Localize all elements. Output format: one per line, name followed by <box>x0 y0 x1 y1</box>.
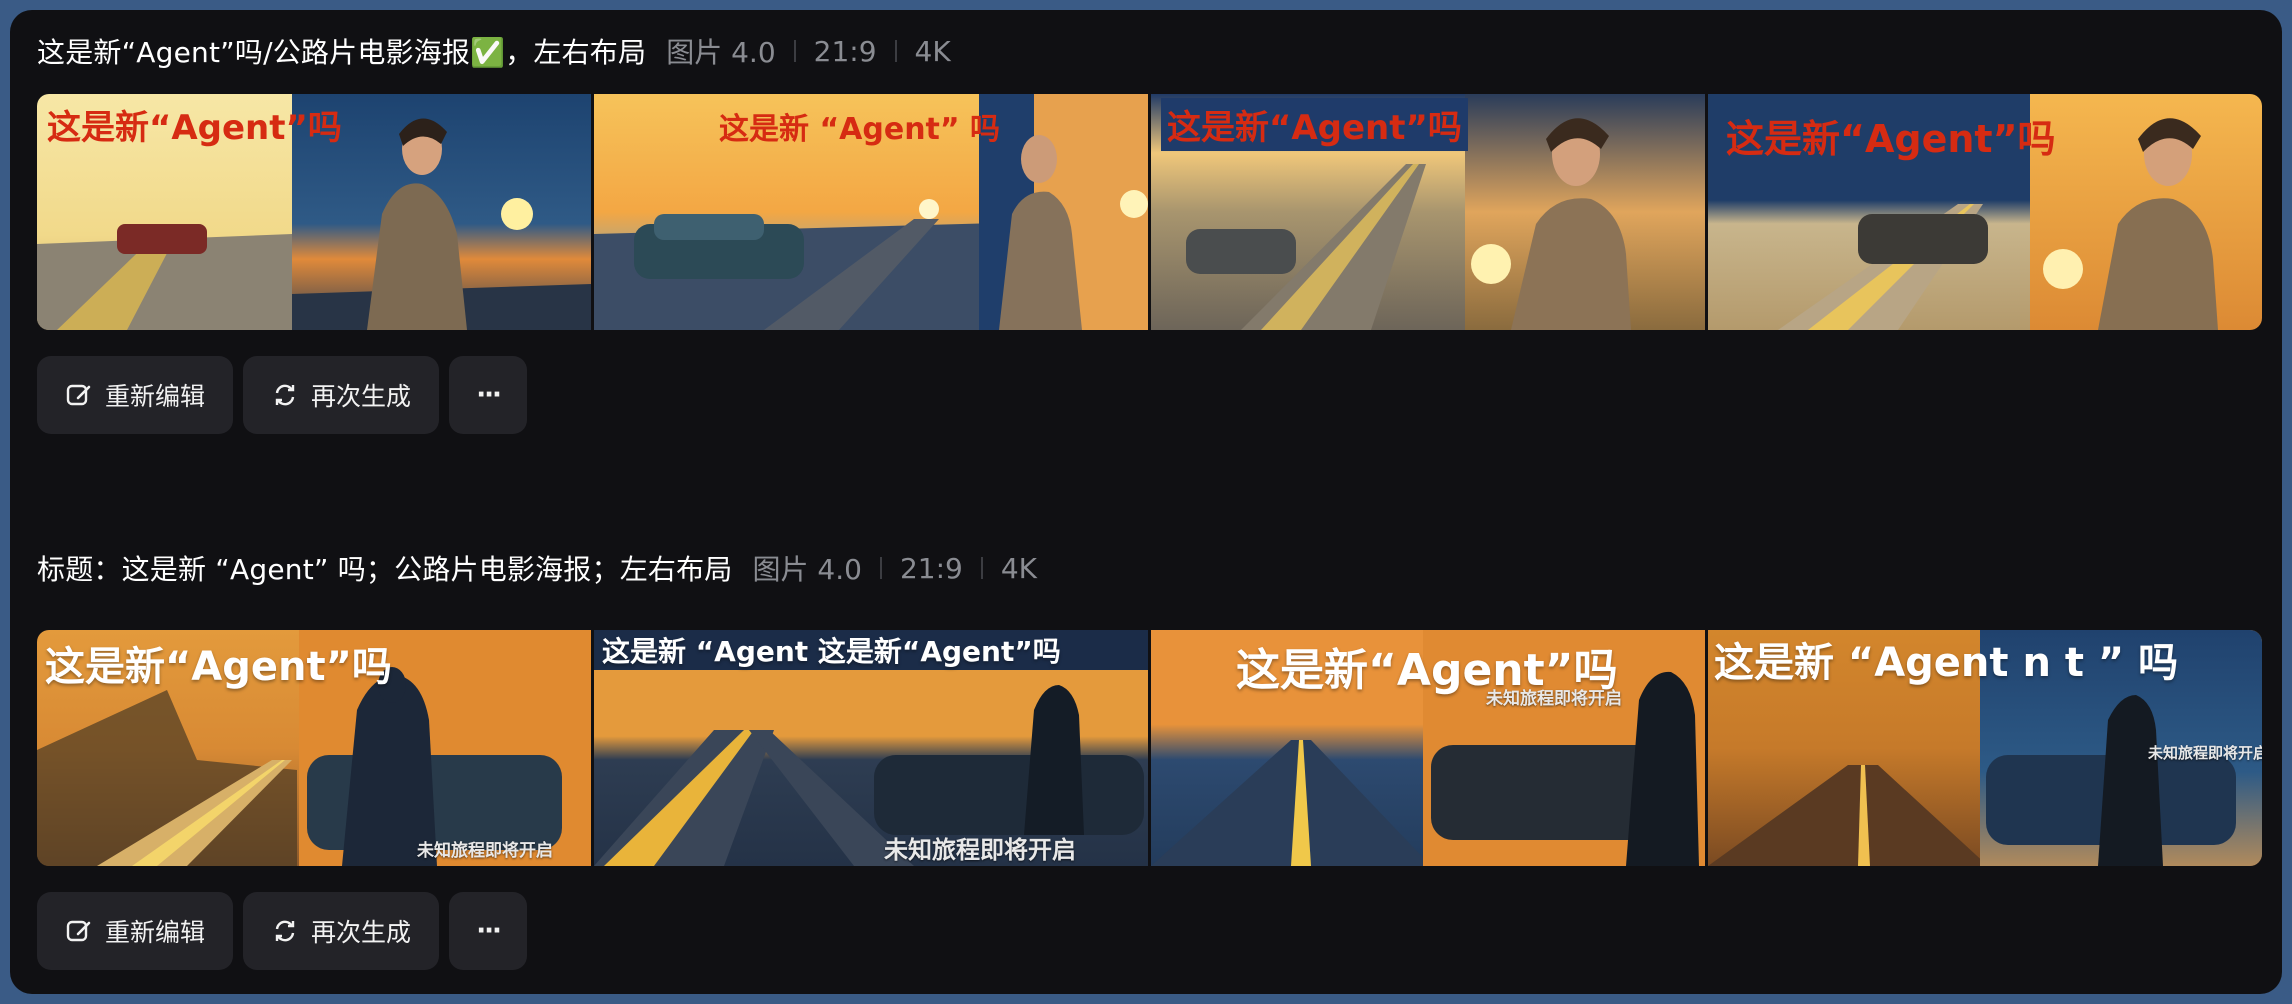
edit-icon <box>65 917 93 945</box>
action-bar: 重新编辑 再次生成 ··· <box>37 892 528 970</box>
re-edit-button[interactable]: 重新编辑 <box>37 892 234 970</box>
resolution-label: 4K <box>914 34 951 68</box>
re-edit-label: 重新编辑 <box>105 918 206 947</box>
poster-title: 这是新“Agent”吗 <box>1161 98 1468 151</box>
divider <box>879 557 882 579</box>
poster-title: 这是新 “Agent” 吗 <box>719 112 1001 147</box>
regenerate-button[interactable]: 再次生成 <box>243 356 440 434</box>
more-icon: ··· <box>476 916 502 946</box>
regenerate-icon <box>271 381 299 409</box>
poster-subtitle: 未知旅程即将开启 <box>1486 689 1622 709</box>
regenerate-button[interactable]: 再次生成 <box>243 892 440 970</box>
ratio-label: 21:9 <box>813 34 877 68</box>
generated-image[interactable]: 这是新“Agent”吗 <box>37 94 591 330</box>
divider <box>980 557 983 579</box>
prompt-text: 标题：这是新 “Agent” 吗；公路片电影海报；左右布局 <box>37 553 733 586</box>
generated-image[interactable]: 这是新 “Agent n t ” 吗 未知旅程即将开启 <box>1708 630 2262 866</box>
chat-panel: 这是新“Agent”吗/公路片电影海报✅，左右布局 图片 4.0 21:9 4K <box>10 10 2282 994</box>
poster-title: 这是新 “Agent n t ” 吗 <box>1714 640 2179 686</box>
poster-title: 这是新 “Agent 这是新“Agent”吗 <box>602 635 1061 668</box>
regenerate-label: 再次生成 <box>311 382 412 411</box>
ratio-label: 21:9 <box>899 551 963 585</box>
image-row: 这是新“Agent”吗 这是新 “Agent” 吗 这是新“Agent”吗 这是… <box>37 94 2262 330</box>
re-edit-button[interactable]: 重新编辑 <box>37 356 234 434</box>
divider <box>894 40 897 62</box>
divider <box>793 40 796 62</box>
prompt-line: 标题：这是新 “Agent” 吗；公路片电影海报；左右布局 图片 4.0 21:… <box>37 546 1037 590</box>
regenerate-label: 再次生成 <box>311 918 412 947</box>
re-edit-label: 重新编辑 <box>105 382 206 411</box>
model-label: 图片 4.0 <box>752 553 862 586</box>
poster-title: 这是新“Agent”吗 <box>45 644 392 690</box>
regenerate-icon <box>271 917 299 945</box>
model-label: 图片 4.0 <box>666 36 776 69</box>
more-button[interactable]: ··· <box>449 892 528 970</box>
generated-image[interactable]: 这是新 “Agent 这是新“Agent”吗 未知旅程即将开启 <box>594 630 1148 866</box>
poster-subtitle: 未知旅程即将开启 <box>417 841 553 861</box>
generated-image[interactable]: 这是新“Agent”吗 <box>1151 94 1705 330</box>
generated-image[interactable]: 这是新“Agent”吗 未知旅程即将开启 <box>1151 630 1705 866</box>
poster-title: 这是新“Agent”吗 <box>1726 117 2056 161</box>
more-button[interactable]: ··· <box>449 356 528 434</box>
image-row: 这是新“Agent”吗 未知旅程即将开启 这是新 “Agent 这是新“Agen… <box>37 630 2262 866</box>
generated-image[interactable]: 这是新“Agent”吗 <box>1708 94 2262 330</box>
more-icon: ··· <box>476 380 502 410</box>
poster-title: 这是新“Agent”吗 <box>47 108 342 148</box>
edit-icon <box>65 381 93 409</box>
action-bar: 重新编辑 再次生成 ··· <box>37 356 528 434</box>
prompt-line: 这是新“Agent”吗/公路片电影海报✅，左右布局 图片 4.0 21:9 4K <box>37 29 951 73</box>
poster-subtitle: 未知旅程即将开启 <box>884 836 1076 864</box>
poster-subtitle: 未知旅程即将开启 <box>2148 744 2262 762</box>
resolution-label: 4K <box>1000 551 1038 585</box>
generated-image[interactable]: 这是新“Agent”吗 未知旅程即将开启 <box>37 630 591 866</box>
generated-image[interactable]: 这是新 “Agent” 吗 <box>594 94 1148 330</box>
prompt-text: 这是新“Agent”吗/公路片电影海报✅，左右布局 <box>37 36 647 69</box>
